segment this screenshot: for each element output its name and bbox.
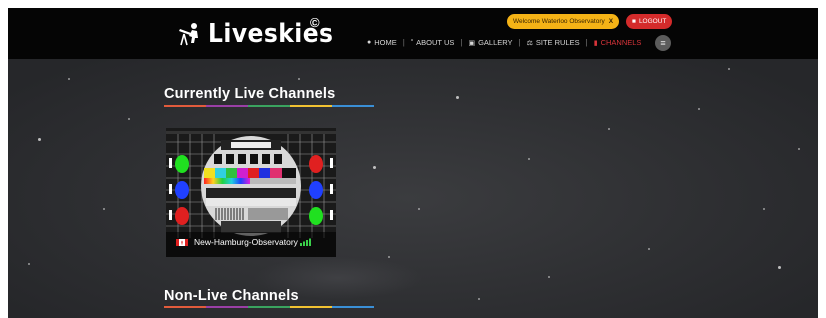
star xyxy=(418,208,420,210)
live-channels-heading: Currently Live Channels xyxy=(164,86,336,102)
nav-channels[interactable]: ▮ CHANNELS xyxy=(588,38,648,47)
star xyxy=(298,78,300,80)
top-navigation-bar: Liveskies © Welcome Waterloo Observatory… xyxy=(8,8,818,59)
nav-gallery[interactable]: ▣ GALLERY xyxy=(462,38,518,47)
heading-underline xyxy=(164,306,374,308)
signal-icon xyxy=(299,238,311,246)
location-pin-icon: ● xyxy=(367,39,372,46)
main-nav: ● HOME | “ ABOUT US | ▣ GALLERY | ⚖ SITE… xyxy=(361,38,647,47)
heading-underline xyxy=(164,105,374,107)
telescope-astronomer-icon xyxy=(179,23,198,46)
star xyxy=(68,78,70,80)
star xyxy=(373,166,376,169)
logo-mark: © xyxy=(310,15,320,30)
star xyxy=(698,108,700,110)
logout-icon: ■ xyxy=(632,18,636,25)
logout-button[interactable]: ■ LOGOUT xyxy=(626,14,673,29)
nav-site-rules[interactable]: ⚖ SITE RULES xyxy=(521,38,586,47)
scale-icon: ⚖ xyxy=(526,39,533,47)
channel-label: New-Hamburg-Observatory xyxy=(176,237,314,247)
star xyxy=(38,138,41,141)
nav-home[interactable]: ● HOME xyxy=(361,38,403,47)
star xyxy=(728,68,730,70)
welcome-label: Welcome Waterloo Observatory xyxy=(513,18,605,25)
canada-flag-icon xyxy=(176,238,188,246)
channel-name[interactable]: New-Hamburg-Observatory xyxy=(194,237,298,247)
close-icon[interactable]: X xyxy=(609,18,613,25)
channel-card[interactable]: New-Hamburg-Observatory xyxy=(166,128,336,257)
camera-icon: ▮ xyxy=(593,39,598,47)
nav-channels-label: CHANNELS xyxy=(600,38,642,47)
star xyxy=(548,276,550,278)
hamburger-menu-button[interactable]: ≡ xyxy=(655,35,671,51)
star xyxy=(28,263,30,265)
star xyxy=(388,256,390,258)
star xyxy=(608,128,610,130)
star xyxy=(128,118,130,120)
star xyxy=(478,298,480,300)
nav-home-label: HOME xyxy=(374,38,397,47)
nav-about-us[interactable]: “ ABOUT US xyxy=(405,38,461,47)
nav-gallery-label: GALLERY xyxy=(478,38,513,47)
star xyxy=(648,248,650,250)
site-logo[interactable]: Liveskies © xyxy=(178,15,347,51)
image-icon: ▣ xyxy=(468,39,476,47)
nav-about-label: ABOUT US xyxy=(416,38,455,47)
star xyxy=(103,208,105,210)
quote-icon: “ xyxy=(410,39,414,46)
welcome-badge[interactable]: Welcome Waterloo Observatory X xyxy=(507,14,620,29)
star xyxy=(528,158,530,160)
star xyxy=(763,208,765,210)
page-background: Liveskies © Welcome Waterloo Observatory… xyxy=(8,8,818,318)
star xyxy=(778,266,781,269)
logout-label: LOGOUT xyxy=(638,18,667,25)
hamburger-icon: ≡ xyxy=(660,38,666,48)
star xyxy=(456,96,459,99)
star xyxy=(798,148,800,150)
nav-site-rules-label: SITE RULES xyxy=(535,38,580,47)
nonlive-channels-heading: Non-Live Channels xyxy=(164,288,299,304)
